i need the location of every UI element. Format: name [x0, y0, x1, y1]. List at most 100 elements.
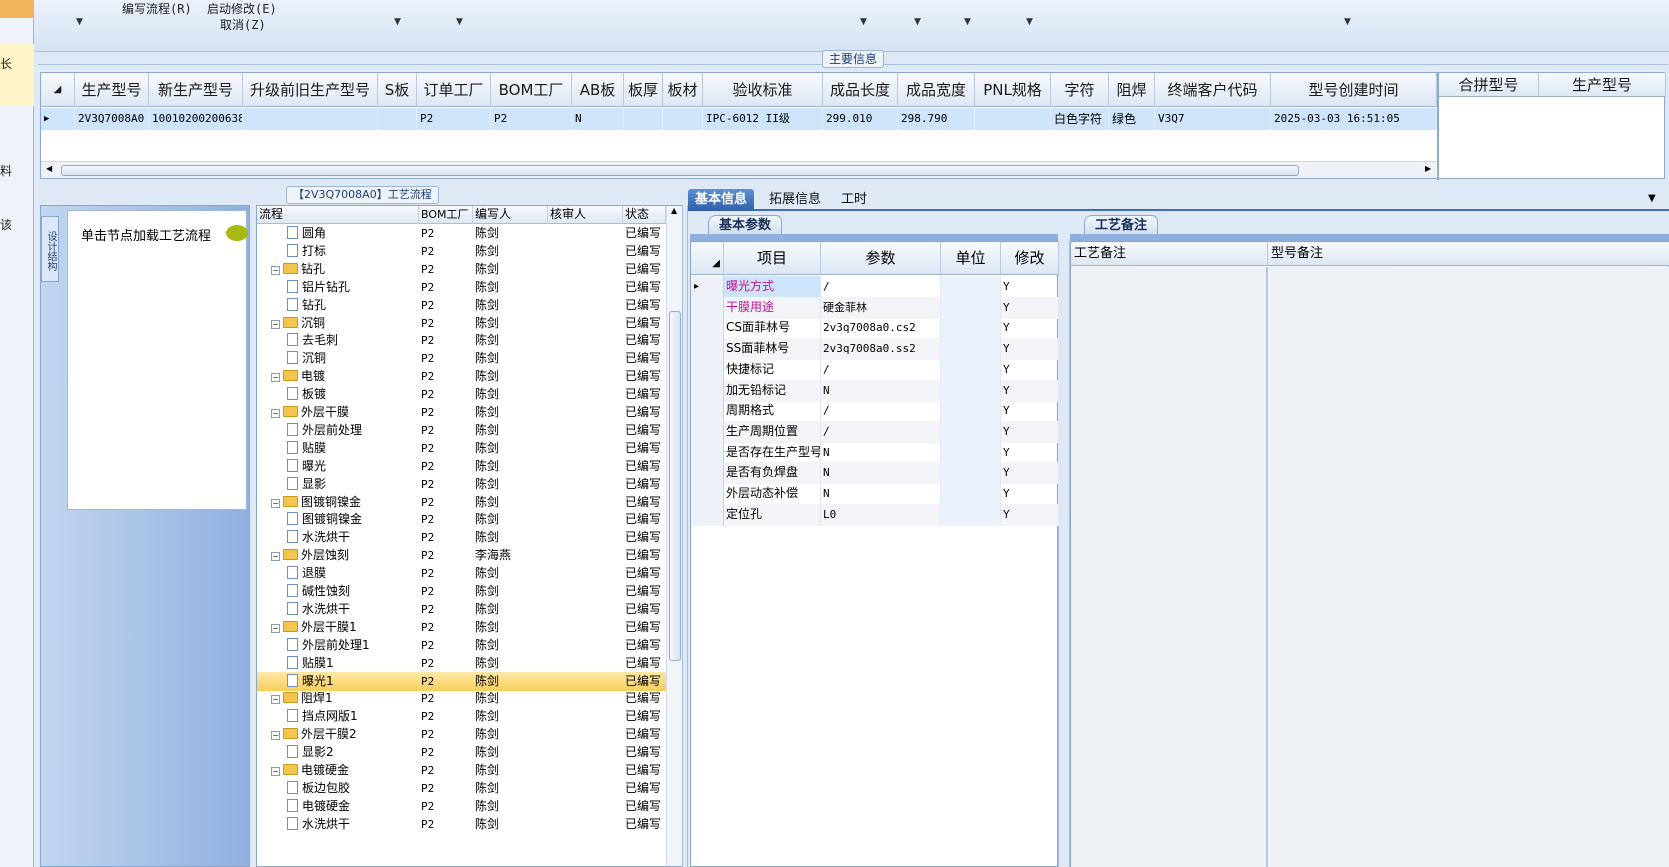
tree-row[interactable]: 曝光1 P2 陈剑 已编写: [257, 671, 666, 691]
param-value[interactable]: N: [821, 441, 941, 464]
collapse-icon[interactable]: −: [271, 695, 280, 705]
tree-node[interactable]: − 电镀: [271, 367, 419, 386]
param-row[interactable]: 周期格式 / Y: [691, 400, 1059, 423]
dropdown-arrow-icon[interactable]: ▼: [1344, 17, 1351, 27]
collapse-icon[interactable]: −: [271, 623, 280, 633]
param-value[interactable]: /: [821, 420, 941, 443]
cell[interactable]: [975, 108, 1051, 130]
tree-row[interactable]: 板镀 P2 陈剑 已编写: [257, 385, 666, 404]
side-col-header[interactable]: 生产型号: [1539, 73, 1666, 97]
cell[interactable]: 2V3Q7008A0: [75, 108, 149, 130]
toolbar-start-modify[interactable]: 启动修改(E): [207, 0, 277, 17]
process-tree-grid[interactable]: 流程 BOM工厂 编写人 核审人 状态 圆角 P2 陈剑 已编写 打标 P2 陈剑 已编写 − 钻…: [256, 205, 683, 867]
dropdown-arrow-icon[interactable]: ▼: [914, 17, 921, 27]
tree-node[interactable]: 外层前处理1: [287, 636, 419, 655]
collapse-icon[interactable]: −: [271, 409, 280, 418]
cell[interactable]: 299.010: [823, 108, 898, 130]
col-header[interactable]: 编写人: [473, 206, 548, 224]
tree-node[interactable]: − 图镀铜镍金: [271, 493, 419, 512]
left-nav-selected-item[interactable]: [0, 44, 34, 106]
collapse-icon[interactable]: −: [271, 319, 280, 329]
param-mod[interactable]: Y: [1001, 420, 1059, 443]
tree-node[interactable]: 圆角: [287, 224, 419, 243]
tree-row[interactable]: − 外层干膜1 P2 陈剑 已编写: [257, 618, 666, 637]
param-mod[interactable]: Y: [1001, 358, 1059, 381]
param-mod[interactable]: Y: [1001, 483, 1059, 505]
cell[interactable]: N: [572, 108, 624, 130]
col-header[interactable]: BOM工厂: [491, 73, 572, 107]
param-unit[interactable]: [941, 379, 1001, 402]
tree-row[interactable]: 显影2 P2 陈剑 已编写: [257, 743, 666, 762]
col-header[interactable]: 修改: [1001, 242, 1059, 275]
param-value[interactable]: 硬金菲林: [821, 296, 941, 319]
tree-row[interactable]: 退膜 P2 陈剑 已编写: [257, 564, 666, 583]
param-unit[interactable]: [941, 358, 1001, 381]
tree-node[interactable]: − 外层蚀刻: [271, 546, 419, 565]
cell[interactable]: [243, 108, 378, 130]
vertical-scrollbar[interactable]: ▲: [666, 206, 682, 866]
collapse-icon[interactable]: −: [271, 552, 280, 562]
tree-node[interactable]: − 外层干膜2: [271, 725, 419, 744]
param-row[interactable]: 是否存在生产型号 N Y: [691, 441, 1059, 464]
col-header[interactable]: 项目: [724, 242, 821, 275]
col-header[interactable]: 成品宽度: [898, 73, 975, 107]
col-header[interactable]: 订单工厂: [417, 73, 491, 107]
param-mod[interactable]: Y: [1001, 441, 1059, 464]
tree-row[interactable]: 打标 P2 陈剑 已编写: [257, 242, 666, 261]
col-header[interactable]: 字符: [1051, 73, 1109, 107]
tree-node[interactable]: 曝光1: [287, 672, 419, 691]
tab-basic-info[interactable]: 基本信息: [688, 189, 755, 211]
col-header[interactable]: PNL规格: [975, 73, 1051, 107]
tree-node[interactable]: 铝片钻孔: [287, 278, 419, 297]
horizontal-scrollbar[interactable]: ◀ ▶: [41, 161, 1436, 178]
tree-node[interactable]: − 钻孔: [271, 260, 419, 279]
collapse-icon[interactable]: −: [271, 498, 280, 508]
cell[interactable]: V3Q7: [1155, 108, 1271, 130]
tree-node[interactable]: 电镀硬金: [287, 797, 419, 816]
tree-node[interactable]: 挡点网版1: [287, 707, 419, 726]
param-row[interactable]: 加无铅标记 N Y: [691, 379, 1059, 402]
main-info-grid[interactable]: ◢ 生产型号 新生产型号 升级前旧生产型号 S板 订单工厂 BOM工厂 AB板 …: [40, 72, 1666, 180]
dropdown-arrow-icon[interactable]: ▼: [964, 17, 971, 27]
tree-row[interactable]: 曝光 P2 陈剑 已编写: [257, 457, 666, 476]
col-header[interactable]: 成品长度: [823, 73, 898, 107]
tree-row[interactable]: − 电镀硬金 P2 陈剑 已编写: [257, 761, 666, 780]
tree-node[interactable]: 板镀: [287, 385, 419, 404]
cell[interactable]: 10010200200638: [149, 108, 243, 130]
left-nav-label[interactable]: 该: [0, 216, 12, 233]
param-mod[interactable]: Y: [1001, 462, 1059, 485]
param-unit[interactable]: [941, 420, 1001, 443]
param-unit[interactable]: [941, 276, 1001, 298]
scroll-right-icon[interactable]: ▶: [1425, 164, 1431, 173]
param-row[interactable]: 生产周期位置 / Y: [691, 420, 1059, 443]
param-row[interactable]: 是否有负焊盘 N Y: [691, 462, 1059, 485]
tree-node[interactable]: 贴膜1: [287, 654, 419, 673]
left-nav-label[interactable]: 长: [0, 55, 12, 72]
param-mod[interactable]: Y: [1001, 379, 1059, 402]
param-value[interactable]: N: [821, 483, 941, 505]
col-header[interactable]: 验收标准: [703, 73, 823, 107]
tree-node[interactable]: 贴膜: [287, 439, 419, 458]
tree-node[interactable]: 显影: [287, 475, 419, 494]
tree-node[interactable]: − 外层干膜: [271, 403, 419, 422]
cell[interactable]: P2: [417, 108, 491, 130]
tree-row[interactable]: 碱性蚀刻 P2 陈剑 已编写: [257, 582, 666, 601]
param-mod[interactable]: Y: [1001, 400, 1059, 423]
col-header[interactable]: 核审人: [548, 206, 623, 224]
tree-row[interactable]: 板边包胶 P2 陈剑 已编写: [257, 779, 666, 798]
tree-row[interactable]: 水洗烘干 P2 陈剑 已编写: [257, 600, 666, 619]
param-unit[interactable]: [941, 503, 1001, 526]
col-header[interactable]: 终端客户代码: [1155, 73, 1271, 107]
tree-node[interactable]: 沉铜: [287, 349, 419, 368]
tree-node[interactable]: 显影2: [287, 743, 419, 762]
basic-params-grid[interactable]: ◢ 项目 参数 单位 修改 ▸ 曝光方式 / Y 干膜用途 硬金菲林 Y CS面菲林号 2v3q…: [690, 241, 1059, 867]
param-row[interactable]: 外层动态补偿 N Y: [691, 483, 1059, 505]
cell[interactable]: [378, 108, 417, 130]
dropdown-arrow-icon[interactable]: ▼: [394, 17, 401, 27]
cell[interactable]: 2025-03-03 16:51:05: [1271, 108, 1437, 130]
collapse-icon[interactable]: −: [271, 265, 280, 275]
tree-node[interactable]: 外层前处理: [287, 421, 419, 440]
tree-node[interactable]: − 外层干膜1: [271, 618, 419, 637]
tree-node[interactable]: 打标: [287, 242, 419, 261]
param-unit[interactable]: [941, 400, 1001, 423]
